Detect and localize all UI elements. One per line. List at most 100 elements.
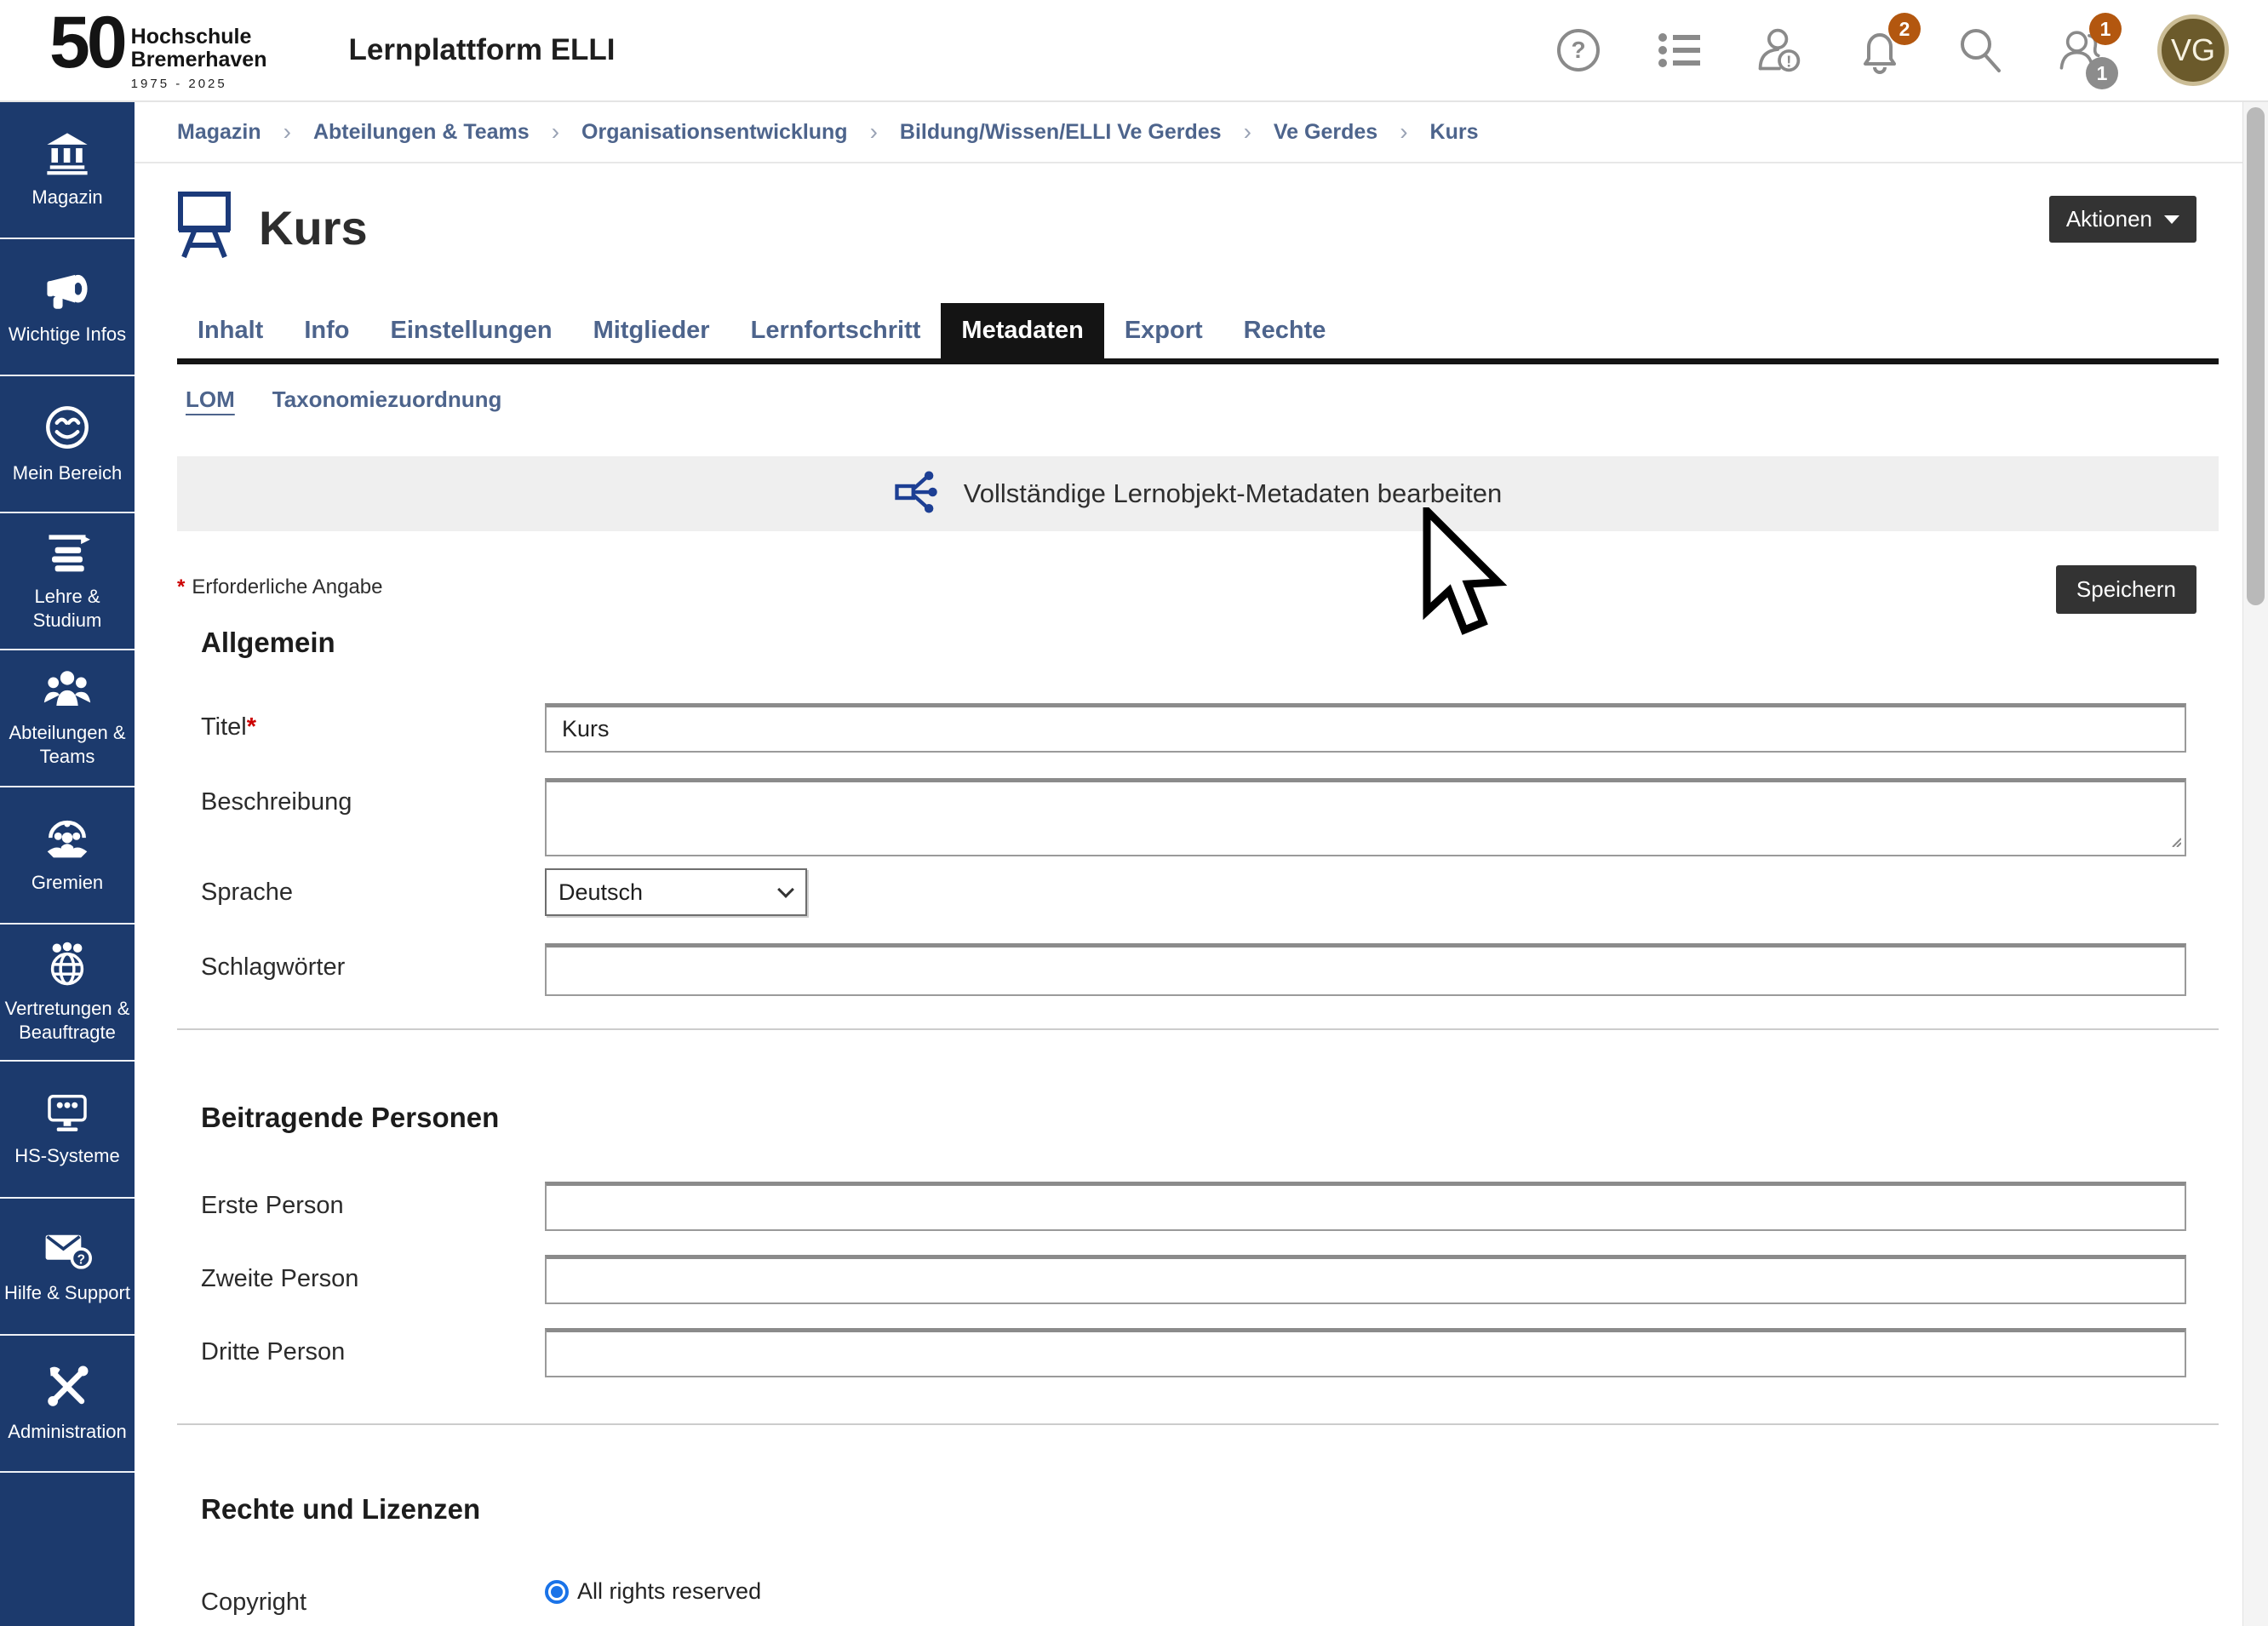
tab-lernfortschritt[interactable]: Lernfortschritt [730, 303, 942, 358]
chevron-right-icon: › [1244, 118, 1251, 146]
actions-button[interactable]: Aktionen [2049, 196, 2196, 243]
breadcrumb-item-kurs[interactable]: Kurs [1430, 120, 1479, 145]
sidebar-item-lehre-studium[interactable]: Lehre & Studium [0, 513, 135, 650]
field-label-schlagwoerter: Schlagwörter [201, 943, 545, 982]
edit-full-metadata-banner[interactable]: Vollständige Lernobjekt-Metadaten bearbe… [177, 456, 2219, 531]
avatar[interactable]: VG [2157, 14, 2229, 86]
tab-export[interactable]: Export [1104, 303, 1223, 358]
tab-underline [177, 358, 2219, 364]
sprache-select[interactable]: Deutsch [545, 868, 807, 916]
envelope-question-icon: ? [43, 1228, 92, 1271]
section-divider [177, 1028, 2219, 1030]
field-row-beschreibung: Beschreibung [135, 778, 2242, 856]
sidebar-item-abteilungen-teams[interactable]: Abteilungen & Teams [0, 650, 135, 787]
svg-text:!: ! [1786, 53, 1791, 71]
header-icon-bar: ? ! [1555, 14, 2229, 86]
field-label-dritte-person: Dritte Person [201, 1328, 545, 1366]
caret-down-icon [2164, 215, 2179, 224]
subtab-bar: LOM Taxonomiezuordnung [186, 386, 2242, 417]
sidebar-filler [0, 1473, 135, 1625]
sidebar-item-label: Magazin [28, 186, 106, 209]
logo-50: 50 [49, 10, 124, 76]
logo-name-line1: Hochschule [131, 26, 267, 49]
breadcrumb-item-organisationsentwicklung[interactable]: Organisationsentwicklung [581, 120, 848, 145]
monitor-icon [43, 1091, 91, 1134]
dritte-person-input[interactable] [545, 1328, 2186, 1377]
contacts-icon[interactable]: 1 1 [2057, 26, 2105, 74]
tab-mitglieder[interactable]: Mitglieder [573, 303, 730, 358]
field-row-copyright: Copyright All rights reserved [135, 1578, 2242, 1617]
required-asterisk: * [177, 575, 185, 598]
bell-badge: 2 [1888, 13, 1921, 45]
help-icon[interactable]: ? [1555, 26, 1602, 74]
sidebar-item-magazin[interactable]: Magazin [0, 102, 135, 239]
required-hint: Erforderliche Angabe [192, 575, 382, 598]
form-header-row: *Erforderliche Angabe Speichern [135, 575, 2242, 618]
vertical-scrollbar[interactable] [2242, 102, 2268, 1626]
tab-metadaten[interactable]: Metadaten [941, 303, 1103, 358]
main-sidebar: Magazin Wichtige Infos [0, 102, 135, 1626]
copyright-radio[interactable] [545, 1580, 569, 1604]
bell-icon[interactable]: 2 [1856, 26, 1904, 74]
sidebar-item-label: Administration [4, 1420, 129, 1444]
erste-person-input[interactable] [545, 1182, 2186, 1231]
breadcrumb-item-abteilungen[interactable]: Abteilungen & Teams [313, 120, 530, 145]
scrollbar-thumb[interactable] [2247, 107, 2265, 605]
tab-rechte[interactable]: Rechte [1223, 303, 1347, 358]
sidebar-item-label: Hilfe & Support [1, 1281, 134, 1305]
field-row-schlagwoerter: Schlagwörter [135, 943, 2242, 996]
contacts-badge-bottom: 1 [2086, 57, 2118, 89]
beschreibung-textarea[interactable] [545, 778, 2186, 856]
tab-inhalt[interactable]: Inhalt [177, 303, 284, 358]
list-icon[interactable] [1655, 26, 1703, 74]
resize-grip-icon[interactable] [2169, 835, 2181, 851]
chevron-right-icon: › [1400, 118, 1407, 146]
titel-input[interactable] [545, 703, 2186, 753]
field-row-dritte-person: Dritte Person [135, 1328, 2242, 1377]
sidebar-item-vertretungen-beauftragte[interactable]: Vertretungen & Beauftragte [0, 925, 135, 1062]
app-title: Lernplattform ELLI [348, 33, 615, 67]
chevron-right-icon: › [284, 118, 291, 146]
committee-icon [43, 816, 92, 861]
chevron-down-icon [777, 881, 794, 898]
field-row-sprache: Sprache Deutsch [135, 868, 2242, 916]
sidebar-item-hs-systeme[interactable]: HS-Systeme [0, 1062, 135, 1199]
app-root: 50 Hochschule Bremerhaven 1975 - 2025 Le… [0, 0, 2268, 1626]
chevron-right-icon: › [552, 118, 559, 146]
subtab-lom[interactable]: LOM [186, 386, 235, 417]
schlagwoerter-input[interactable] [545, 943, 2186, 996]
field-row-zweite-person: Zweite Person [135, 1255, 2242, 1304]
hochschule-bremerhaven-logo[interactable]: 50 Hochschule Bremerhaven 1975 - 2025 [49, 10, 266, 91]
tab-info[interactable]: Info [284, 303, 369, 358]
svg-text:?: ? [77, 1252, 85, 1267]
bank-icon [44, 131, 90, 175]
zweite-person-input[interactable] [545, 1255, 2186, 1304]
sidebar-item-wichtige-infos[interactable]: Wichtige Infos [0, 239, 135, 376]
user-status-icon[interactable]: ! [1755, 26, 1803, 74]
sidebar-item-label: HS-Systeme [11, 1144, 123, 1168]
svg-text:?: ? [1571, 37, 1585, 63]
save-button[interactable]: Speichern [2056, 565, 2196, 614]
field-label-sprache: Sprache [201, 868, 545, 907]
tab-einstellungen[interactable]: Einstellungen [370, 303, 573, 358]
breadcrumb-item-ve-gerdes[interactable]: Ve Gerdes [1274, 120, 1377, 145]
field-row-titel: Titel* [135, 703, 2242, 753]
sidebar-item-hilfe-support[interactable]: ? Hilfe & Support [0, 1199, 135, 1336]
sidebar-item-mein-bereich[interactable]: Mein Bereich [0, 376, 135, 513]
section-divider [177, 1423, 2219, 1425]
subtab-taxonomiezuordnung[interactable]: Taxonomiezuordnung [272, 386, 502, 417]
field-label-beschreibung: Beschreibung [201, 778, 545, 816]
page-title: Kurs [259, 200, 368, 255]
required-asterisk: * [247, 713, 256, 741]
sidebar-item-gremien[interactable]: Gremien [0, 787, 135, 925]
megaphone-icon [43, 268, 92, 312]
breadcrumb-item-bildung-wissen[interactable]: Bildung/Wissen/ELLI Ve Gerdes [900, 120, 1222, 145]
search-icon[interactable] [1956, 26, 2004, 74]
tab-bar: Inhalt Info Einstellungen Mitglieder Ler… [177, 303, 2219, 364]
section-heading-allgemein: Allgemein [201, 627, 2242, 659]
breadcrumb-item-magazin[interactable]: Magazin [177, 120, 261, 145]
sidebar-item-administration[interactable]: Administration [0, 1336, 135, 1473]
field-label-copyright: Copyright [201, 1578, 545, 1617]
chevron-right-icon: › [870, 118, 878, 146]
field-label-titel: Titel* [201, 703, 545, 741]
